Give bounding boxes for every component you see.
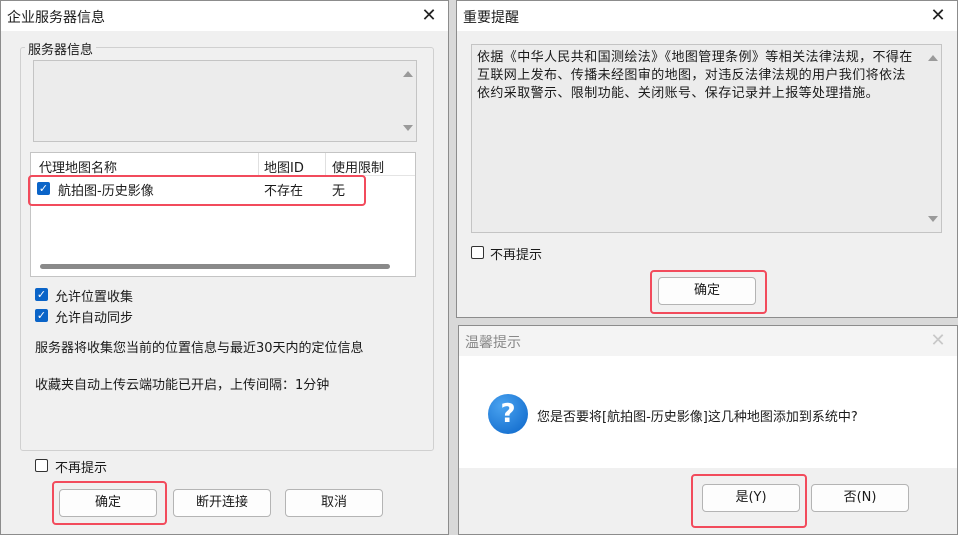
scrollbar[interactable] [924, 45, 941, 232]
dont-show-label[interactable]: 不再提示 [490, 244, 542, 263]
no-button[interactable]: 否(N) [811, 484, 909, 512]
close-icon[interactable]: ✕ [925, 328, 951, 354]
notice-textarea: 依据《中华人民共和国测绘法》《地图管理条例》等相关法律法规，不得在互联网上发布、… [471, 44, 942, 233]
scrollbar[interactable] [399, 61, 416, 141]
tip-dialog: 温馨提示 ✕ ? 您是否要将[航拍图-历史影像]这几种地图添加到系统中? 是(Y… [458, 325, 958, 535]
highlight-ok [52, 481, 167, 525]
question-icon: ? [488, 394, 528, 434]
col-header-limit[interactable]: 使用限制 [332, 157, 384, 176]
dialog-title: 企业服务器信息 [7, 10, 105, 26]
important-notice-dialog: 重要提醒 ✕ 依据《中华人民共和国测绘法》《地图管理条例》等相关法律法规，不得在… [456, 0, 958, 318]
disconnect-button[interactable]: 断开连接 [173, 489, 271, 517]
allow-sync-checkbox[interactable]: ✓ [35, 309, 48, 322]
col-header-name[interactable]: 代理地图名称 [39, 157, 117, 176]
scroll-up-icon[interactable] [403, 71, 413, 77]
allow-sync-label[interactable]: 允许自动同步 [55, 307, 133, 326]
dialog-title: 温馨提示 [465, 335, 521, 351]
scroll-up-icon[interactable] [928, 55, 938, 61]
title-bar: 温馨提示 ✕ [459, 326, 957, 356]
server-info-dialog: 企业服务器信息 ✕ 服务器信息 代理地图名称 地图ID 使用限制 ✓ 航拍图-历… [0, 0, 449, 535]
notice-text: 依据《中华人民共和国测绘法》《地图管理条例》等相关法律法规，不得在互联网上发布、… [477, 50, 913, 101]
horizontal-scrollbar[interactable] [40, 264, 390, 269]
map-list-table: 代理地图名称 地图ID 使用限制 ✓ 航拍图-历史影像 不存在 无 [30, 152, 416, 277]
dont-show-label[interactable]: 不再提示 [55, 457, 107, 476]
server-info-textarea [33, 60, 417, 142]
scroll-down-icon[interactable] [928, 216, 938, 222]
check-icon: ✓ [36, 309, 47, 322]
cancel-button[interactable]: 取消 [285, 489, 383, 517]
dont-show-checkbox[interactable] [471, 246, 484, 259]
allow-location-checkbox[interactable]: ✓ [35, 288, 48, 301]
info-text-line2: 收藏夹自动上传云端功能已开启，上传间隔：1分钟 [35, 378, 330, 393]
highlight-row [28, 175, 366, 206]
scroll-down-icon[interactable] [403, 125, 413, 131]
title-bar: 企业服务器信息 ✕ [1, 1, 448, 31]
question-text: 您是否要将[航拍图-历史影像]这几种地图添加到系统中? [537, 410, 858, 425]
close-icon[interactable]: ✕ [925, 3, 951, 29]
table-header: 代理地图名称 地图ID 使用限制 [31, 153, 415, 176]
title-bar: 重要提醒 ✕ [457, 1, 957, 31]
groupbox-title: 服务器信息 [25, 39, 97, 58]
highlight-yes [691, 474, 807, 528]
close-icon[interactable]: ✕ [416, 3, 442, 29]
check-icon: ✓ [36, 288, 47, 301]
info-text-line1: 服务器将收集您当前的位置信息与最近30天内的定位信息 [35, 341, 364, 356]
allow-location-label[interactable]: 允许位置收集 [55, 286, 133, 305]
highlight-ok [650, 270, 767, 314]
dialog-title: 重要提醒 [463, 10, 519, 26]
dont-show-checkbox[interactable] [35, 459, 48, 472]
col-header-id[interactable]: 地图ID [264, 157, 304, 176]
